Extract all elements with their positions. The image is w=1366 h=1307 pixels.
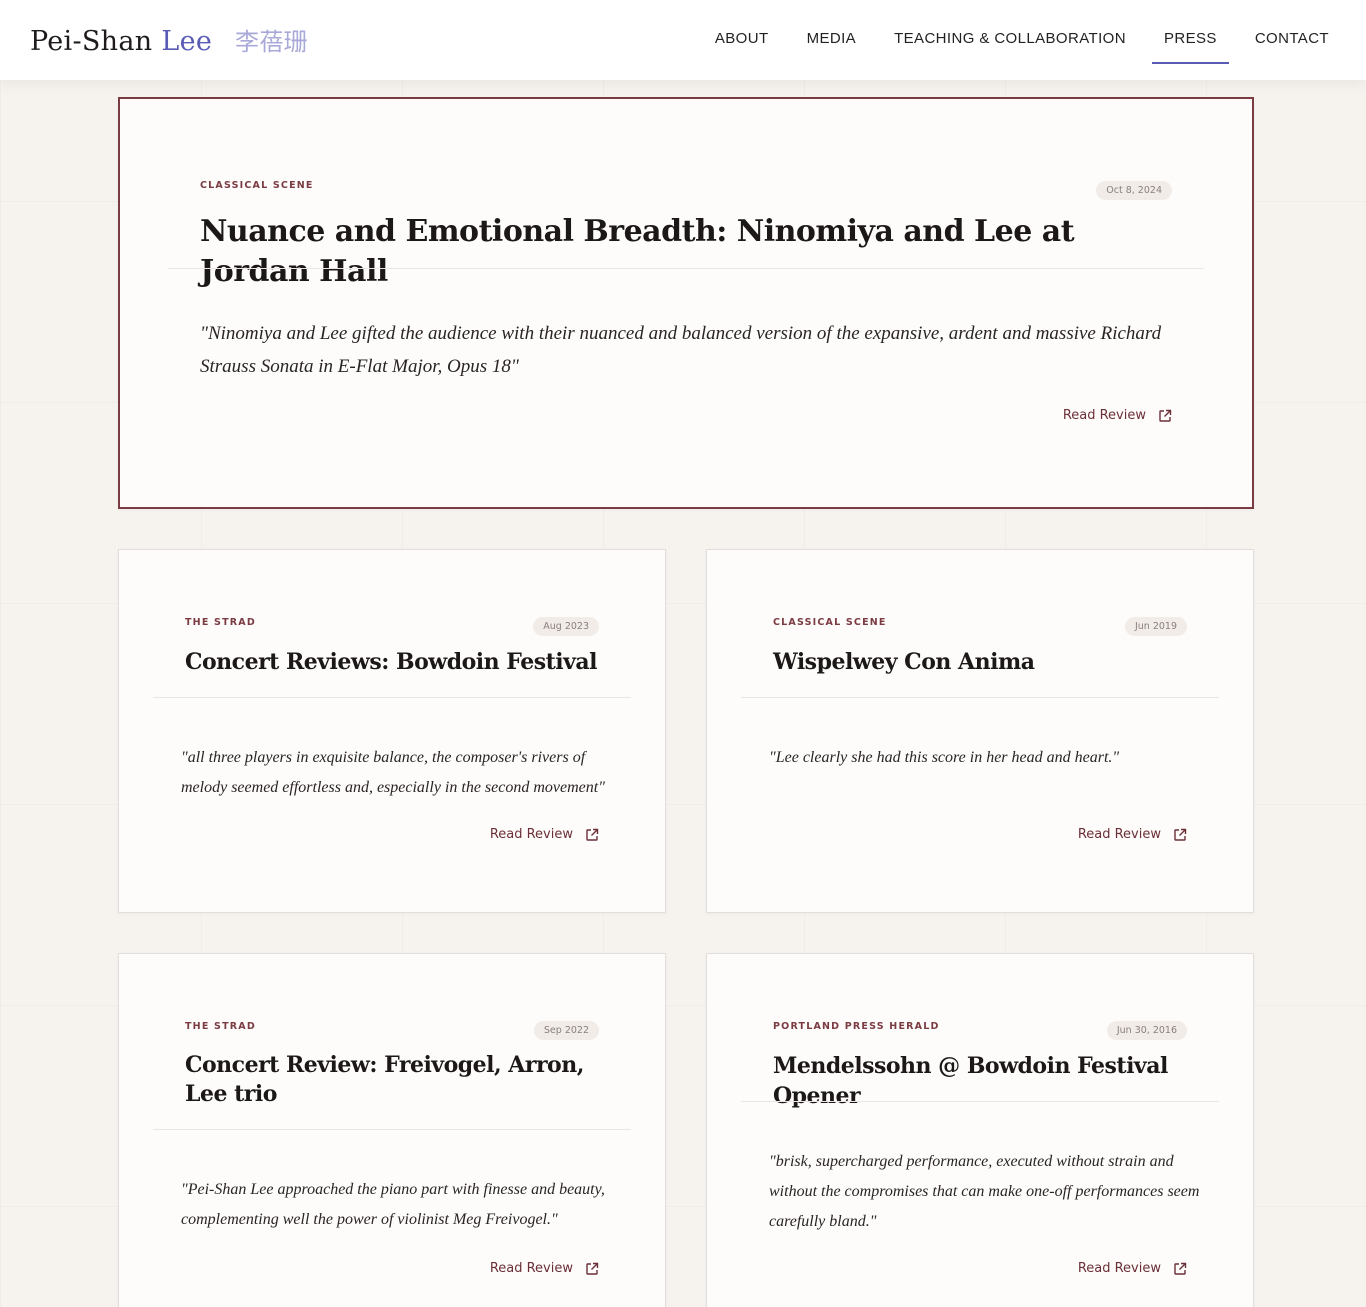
read-review-label: Read Review: [489, 827, 573, 842]
review-divider: [168, 268, 1204, 269]
external-link-icon: [1174, 828, 1187, 841]
review-date-badge: Jun 2019: [1124, 617, 1187, 636]
main-nav: ABOUT MEDIA TEACHING & COLLABORATION PRE…: [677, 0, 1329, 80]
review-source: CLASSICAL SCENE: [773, 617, 887, 628]
review-title: Mendelssohn @ Bowdoin Festival Opener: [773, 1053, 1168, 1109]
external-link-icon: [1159, 409, 1172, 422]
logo-first-name: Pei-Shan: [30, 26, 153, 57]
site-header: Pei-Shan Lee 李蓓珊 ABOUT MEDIA TEACHING & …: [0, 0, 1366, 80]
site-logo[interactable]: Pei-Shan Lee 李蓓珊: [30, 22, 308, 57]
nav-media[interactable]: MEDIA: [807, 0, 857, 64]
review-date-badge: Sep 2022: [533, 1021, 599, 1040]
external-link-icon: [586, 1262, 599, 1275]
review-card: CLASSICAL SCENE Jun 2019 Wispelwey Con A…: [706, 549, 1254, 913]
review-divider: [153, 697, 631, 698]
review-quote: "all three players in exquisite balance,…: [181, 749, 605, 796]
review-card: THE STRAD Sep 2022 Concert Review: Freiv…: [118, 953, 666, 1307]
read-review-label: Read Review: [1077, 827, 1161, 842]
review-source: CLASSICAL SCENE: [200, 180, 314, 191]
read-review-label: Read Review: [1062, 408, 1146, 423]
read-review-link[interactable]: Read Review: [490, 827, 599, 842]
review-source: THE STRAD: [185, 617, 256, 628]
review-source: THE STRAD: [185, 1021, 256, 1032]
review-quote: "Pei-Shan Lee approached the piano part …: [181, 1181, 605, 1228]
review-card: PORTLAND PRESS HERALD Jun 30, 2016 Mende…: [706, 953, 1254, 1307]
read-review-link[interactable]: Read Review: [1078, 827, 1187, 842]
read-review-link[interactable]: Read Review: [1063, 408, 1172, 423]
review-title: Nuance and Emotional Breadth: Ninomiya a…: [200, 214, 1075, 289]
review-card-featured: CLASSICAL SCENE Oct 8, 2024 Nuance and E…: [118, 97, 1254, 509]
review-date-badge: Aug 2023: [533, 617, 599, 636]
external-link-icon: [1174, 1262, 1187, 1275]
review-divider: [741, 697, 1219, 698]
review-quote: "Lee clearly she had this score in her h…: [769, 749, 1120, 766]
nav-teaching-collaboration[interactable]: TEACHING & COLLABORATION: [894, 0, 1126, 64]
review-date-badge: Oct 8, 2024: [1096, 181, 1172, 200]
nav-about[interactable]: ABOUT: [715, 0, 769, 64]
nav-press[interactable]: PRESS: [1151, 0, 1229, 64]
nav-contact[interactable]: CONTACT: [1255, 0, 1329, 64]
review-quote: "brisk, supercharged performance, execut…: [769, 1153, 1200, 1230]
review-card: THE STRAD Aug 2023 Concert Reviews: Bowd…: [118, 549, 666, 913]
external-link-icon: [586, 828, 599, 841]
review-divider: [153, 1129, 631, 1130]
read-review-label: Read Review: [489, 1261, 573, 1276]
read-review-link[interactable]: Read Review: [490, 1261, 599, 1276]
read-review-label: Read Review: [1077, 1261, 1161, 1276]
review-date-badge: Jun 30, 2016: [1106, 1021, 1187, 1040]
logo-last-name: Lee: [161, 26, 213, 57]
review-quote: "Ninomiya and Lee gifted the audience wi…: [200, 323, 1162, 377]
logo-chinese-name: 李蓓珊: [235, 28, 308, 56]
review-divider: [741, 1101, 1219, 1102]
review-source: PORTLAND PRESS HERALD: [773, 1021, 940, 1032]
review-title: Concert Reviews: Bowdoin Festival: [185, 649, 598, 675]
read-review-link[interactable]: Read Review: [1078, 1261, 1187, 1276]
review-title: Wispelwey Con Anima: [773, 649, 1035, 675]
review-title: Concert Review: Freivogel, Arron, Lee tr…: [185, 1052, 584, 1107]
